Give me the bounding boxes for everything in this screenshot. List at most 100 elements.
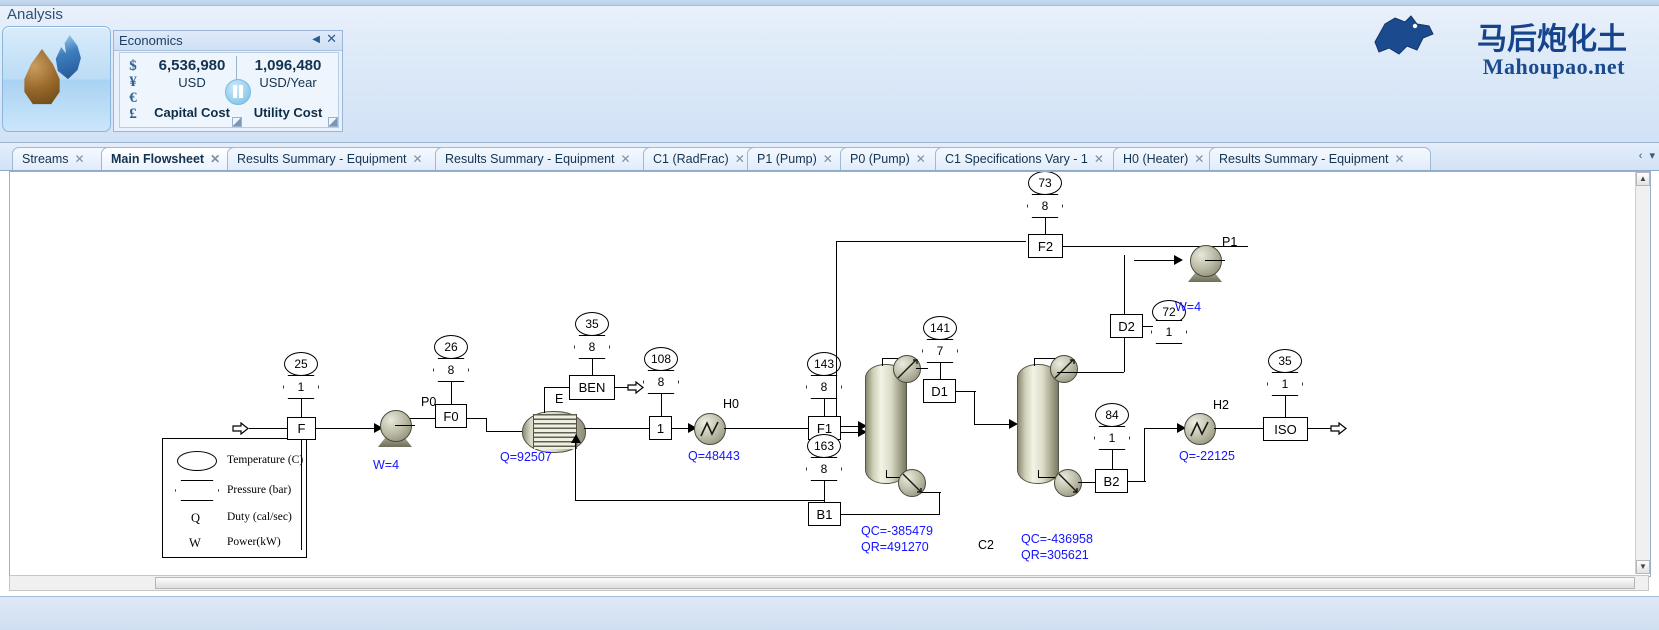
tab-results-summary-equipment[interactable]: Results Summary - Equipment ✕ <box>227 147 449 170</box>
tab-p0-pump[interactable]: P0 (Pump) ✕ <box>840 147 949 170</box>
tab-streams[interactable]: Streams ✕ <box>12 147 115 170</box>
tab-close-icon[interactable]: ✕ <box>823 152 833 166</box>
utility-cost-resize-icon[interactable] <box>328 117 338 127</box>
stream-line <box>724 428 809 429</box>
feed-inlet-arrow-icon <box>232 422 249 435</box>
stream-line <box>410 418 435 419</box>
heater-H2-icon[interactable] <box>1184 413 1216 445</box>
stream-line <box>1134 260 1174 261</box>
utility-cost-caption: Utility Cost <box>253 105 323 120</box>
stream-line <box>301 440 302 550</box>
tab-close-icon[interactable]: ✕ <box>75 152 85 166</box>
pressure-marker: 8 <box>643 370 679 394</box>
tab-c1-specifications-vary-1[interactable]: C1 Specifications Vary - 1 ✕ <box>935 147 1127 170</box>
stream-line <box>974 424 1012 425</box>
pump-P1-icon[interactable] <box>1190 245 1222 277</box>
currency-symbol-yen: ¥ <box>129 74 137 90</box>
marker-connector <box>1045 217 1046 234</box>
stream-line <box>841 514 940 515</box>
pressure-marker: 1 <box>1094 426 1130 450</box>
canvas-vertical-scrollbar[interactable]: ▲ ▼ <box>1635 172 1650 574</box>
pump-shaft <box>395 425 415 426</box>
tab-scroll-left-icon[interactable]: ‹ <box>1639 150 1643 162</box>
tab-close-icon[interactable]: ✕ <box>621 152 631 166</box>
marker-connector <box>940 362 941 379</box>
legend-pressure-shape-icon <box>175 480 219 501</box>
annotation-Q-E: Q=92507 <box>500 450 552 464</box>
pressure-marker: 8 <box>433 358 469 382</box>
utility-cost-unit: USD/Year <box>259 75 317 90</box>
unit-label-C2: C2 <box>978 538 994 552</box>
tab-close-icon[interactable]: ✕ <box>210 152 220 166</box>
document-tab-bar: Streams ✕ Main Flowsheet ✕ Results Summary -… <box>0 143 1659 171</box>
stream-line <box>1144 428 1145 482</box>
collapse-icon[interactable]: ◀ <box>312 34 320 45</box>
economics-panel-body: $ ¥ € £ 6,536,980 USD 1,096,480 USD/Year… <box>119 52 339 128</box>
tab-label: H0 (Heater) <box>1123 152 1189 166</box>
block-stream-1[interactable]: 1 <box>649 416 672 440</box>
utility-cost-metric: 1,096,480 USD/Year <box>244 57 332 90</box>
condenser-C1-icon[interactable] <box>893 355 921 383</box>
block-BEN[interactable]: BEN <box>569 375 615 400</box>
tab-scroll-controls[interactable]: ‹ ▾ <box>1635 149 1655 162</box>
tab-h0-heater[interactable]: H0 (Heater) ✕ <box>1113 147 1223 170</box>
economics-panel: Economics ◀ ✕ $ ¥ € £ 6,536,980 USD 1,09… <box>113 30 343 132</box>
annotation-QR-C1: QR=491270 <box>861 540 929 554</box>
tab-c1-radfrac[interactable]: C1 (RadFrac) ✕ <box>643 147 761 170</box>
flow-arrow-icon <box>571 434 581 443</box>
tab-label: C1 Specifications Vary - 1 <box>945 152 1088 166</box>
tab-close-icon[interactable]: ✕ <box>1194 152 1204 166</box>
pressure-marker: 1 <box>1267 372 1303 396</box>
legend-temperature-shape-icon <box>177 451 217 471</box>
scroll-up-icon[interactable]: ▲ <box>1636 172 1650 186</box>
tab-main-flowsheet[interactable]: Main Flowsheet ✕ <box>101 147 241 170</box>
reboiler-C2-icon[interactable] <box>1054 469 1082 497</box>
stream-line <box>1308 428 1332 429</box>
stream-line <box>249 428 289 429</box>
block-D1[interactable]: D1 <box>923 379 956 403</box>
pause-icon[interactable] <box>225 79 251 105</box>
block-B2[interactable]: B2 <box>1095 469 1128 493</box>
annotation-QC-C2: QC=-436958 <box>1021 532 1093 546</box>
heater-H0-icon[interactable] <box>694 413 726 445</box>
pump-P0-icon[interactable] <box>380 410 412 442</box>
marker-connector <box>824 480 825 502</box>
tab-label: P0 (Pump) <box>850 152 910 166</box>
tab-list-icon[interactable]: ▾ <box>1649 150 1655 162</box>
currency-symbols-icon: $ ¥ € £ <box>121 54 145 126</box>
close-icon[interactable]: ✕ <box>326 32 337 46</box>
tab-close-icon[interactable]: ✕ <box>735 152 745 166</box>
temperature-marker: 163 <box>807 434 841 458</box>
block-D2[interactable]: D2 <box>1110 314 1143 338</box>
canvas-horizontal-scrollbar[interactable] <box>9 575 1649 591</box>
tab-p1-pump[interactable]: P1 (Pump) ✕ <box>747 147 854 170</box>
tab-close-icon[interactable]: ✕ <box>1094 152 1104 166</box>
unit-label-H2: H2 <box>1213 398 1229 412</box>
tab-close-icon[interactable]: ✕ <box>916 152 926 166</box>
ribbon-group-label-analysis: Analysis <box>7 6 63 23</box>
block-ISO[interactable]: ISO <box>1263 417 1308 441</box>
horizontal-scroll-thumb[interactable] <box>155 577 1635 589</box>
main-flowsheet-canvas[interactable]: Temperature (C) Pressure (bar) Q Duty (c… <box>9 171 1651 577</box>
block-B1[interactable]: B1 <box>808 502 841 526</box>
column-C2-icon[interactable] <box>1017 364 1059 484</box>
energy-analysis-button[interactable] <box>2 26 111 132</box>
heat-exchanger-E-icon[interactable] <box>522 411 586 453</box>
block-F0[interactable]: F0 <box>435 404 467 428</box>
stream-line <box>584 428 649 429</box>
stream-line <box>939 492 940 514</box>
tab-close-icon[interactable]: ✕ <box>413 152 423 166</box>
pressure-marker: 8 <box>806 457 842 481</box>
legend-power-symbol: W <box>189 536 201 550</box>
condenser-C2-icon[interactable] <box>1050 355 1078 383</box>
economics-panel-title: Economics <box>119 33 183 48</box>
tab-results-summary-equipment[interactable]: Results Summary - Equipment ✕ <box>1209 147 1431 170</box>
capital-cost-resize-icon[interactable] <box>232 117 242 127</box>
block-F[interactable]: F <box>287 417 316 440</box>
scroll-down-icon[interactable]: ▼ <box>1636 560 1650 574</box>
block-F2[interactable]: F2 <box>1028 234 1063 258</box>
stream-line <box>956 391 976 392</box>
tab-close-icon[interactable]: ✕ <box>1395 152 1405 166</box>
tab-results-summary-equipment[interactable]: Results Summary - Equipment ✕ <box>435 147 657 170</box>
legend-power-label: Power(kW) <box>227 536 281 548</box>
